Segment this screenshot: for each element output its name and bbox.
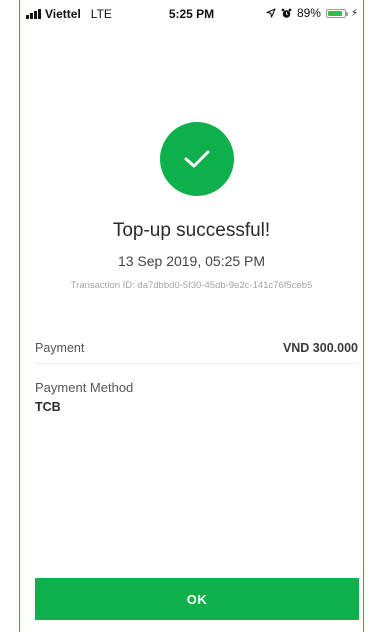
payment-amount: VND 300.000 <box>282 341 358 355</box>
success-badge <box>160 122 234 196</box>
battery-icon <box>325 8 348 18</box>
transaction-date: 13 Sep 2019, 05:25 PM <box>117 253 266 269</box>
location-arrow-icon <box>266 8 276 18</box>
battery-level <box>327 10 343 16</box>
payment-row: Payment VND 300.000 <box>35 341 358 364</box>
transaction-id: Transaction ID: da7dbbd0-5f30-45db-9e2c-… <box>70 280 313 291</box>
battery-percent: 89% <box>296 6 321 20</box>
status-right: 89% ⚡ <box>266 6 358 20</box>
charging-bolt-icon: ⚡ <box>350 7 358 19</box>
payment-label: Payment <box>35 341 85 355</box>
payment-method-label: Payment Method <box>35 380 134 395</box>
alarm-icon <box>281 8 292 18</box>
payment-method-value: TCB <box>35 400 61 414</box>
status-bar: Viettel LTE 5:25 PM 89% ⚡ <box>20 0 363 30</box>
success-title: Top-up successful! <box>112 220 271 241</box>
app-screen: Viettel LTE 5:25 PM 89% ⚡ Top-up success… <box>19 0 364 632</box>
checkmark-icon <box>184 150 210 168</box>
ok-button[interactable]: OK <box>35 578 359 620</box>
